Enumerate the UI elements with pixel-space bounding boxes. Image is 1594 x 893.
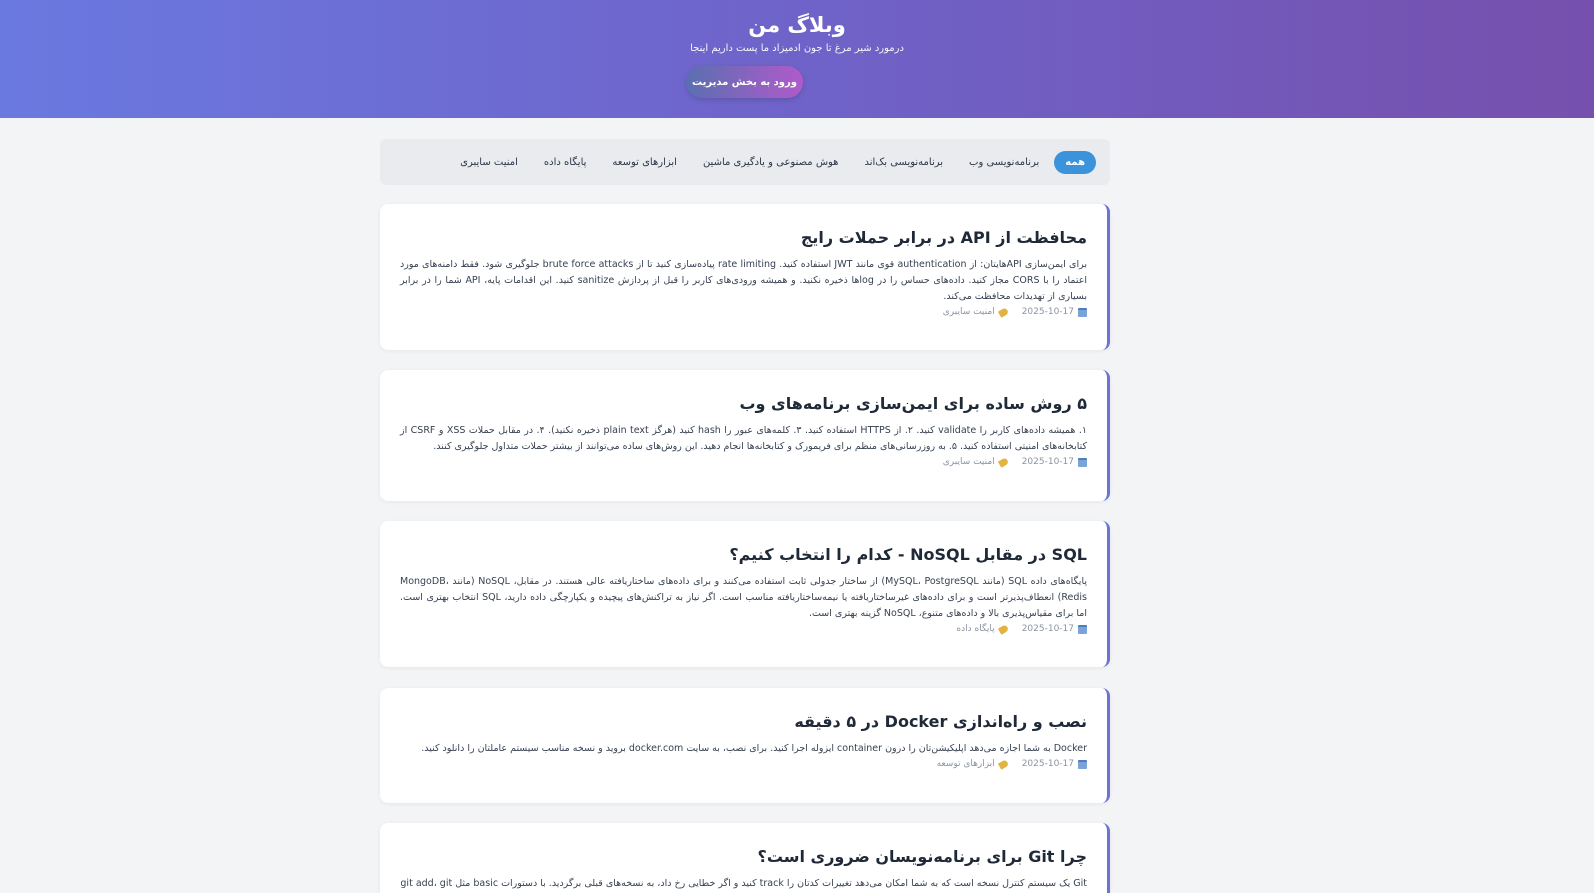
- post-category: ابزارهای توسعه: [936, 758, 1009, 770]
- category-database[interactable]: پایگاه داده: [533, 151, 598, 174]
- post-category: امنیت سایبری: [942, 306, 1009, 318]
- post-meta: ابزارهای توسعه 2025-10-17: [400, 758, 1087, 770]
- category-all[interactable]: همه: [1054, 150, 1096, 174]
- post-excerpt: ۱. همیشه داده‌های کاربر را validate کنید…: [400, 425, 1087, 452]
- post-excerpt: پایگاه‌های داده SQL (مانند MySQL، Postgr…: [400, 576, 1087, 619]
- post-category-label: امنیت سایبری: [942, 307, 995, 317]
- category-backend[interactable]: برنامه‌نویسی بک‌اند: [853, 151, 954, 174]
- post-card[interactable]: نصب و راه‌اندازی Docker در ۵ دقیقه Docke…: [380, 688, 1110, 803]
- tag-icon: [997, 456, 1009, 468]
- post-title[interactable]: نصب و راه‌اندازی Docker در ۵ دقیقه: [400, 710, 1087, 734]
- category-nav: همه برنامه‌نویسی وب برنامه‌نویسی بک‌اند …: [380, 139, 1110, 185]
- category-ai-ml[interactable]: هوش مصنوعی و یادگیری ماشین: [692, 151, 850, 174]
- post-date: 2025-10-17: [1022, 457, 1087, 467]
- post-date-label: 2025-10-17: [1021, 457, 1074, 467]
- site-header: وبلاگ من درمورد شیر مرغ تا جون ادمیزاد م…: [0, 0, 1594, 118]
- post-date: 2025-10-17: [1022, 307, 1087, 317]
- site-title: وبلاگ من: [748, 13, 846, 37]
- calendar-icon: [1078, 624, 1087, 634]
- post-meta: امنیت سایبری 2025-10-17: [400, 456, 1087, 468]
- post-card[interactable]: SQL در مقابل NoSQL - کدام را انتخاب کنیم…: [380, 521, 1110, 667]
- post-excerpt: برای ایمن‌سازی APIهایتان: از authenticat…: [400, 259, 1088, 302]
- calendar-icon: [1078, 457, 1087, 467]
- post-meta: امنیت سایبری 2025-10-17: [400, 306, 1087, 318]
- post-date: 2025-10-17: [1022, 624, 1087, 634]
- post-category: امنیت سایبری: [942, 456, 1009, 468]
- post-card[interactable]: چرا Git برای برنامه‌نویسان ضروری است؟ Gi…: [380, 823, 1110, 893]
- post-excerpt: Docker به شما اجازه می‌دهد اپلیکیشن‌تان …: [421, 743, 1087, 754]
- tag-icon: [997, 623, 1009, 635]
- post-date-label: 2025-10-17: [1021, 759, 1074, 769]
- category-web-programming[interactable]: برنامه‌نویسی وب: [958, 151, 1050, 174]
- post-card[interactable]: محافظت از API در برابر حملات رایج برای ا…: [380, 204, 1110, 350]
- tag-icon: [997, 306, 1009, 318]
- tag-icon: [997, 758, 1009, 770]
- admin-login-button[interactable]: ورود به بخش مدیریت: [686, 66, 803, 98]
- post-category-label: پایگاه داده: [956, 624, 995, 634]
- post-card[interactable]: ۵ روش ساده برای ایمن‌سازی برنامه‌های وب …: [380, 370, 1110, 501]
- post-excerpt: Git یک سیستم کنترل نسخه است که به شما ام…: [400, 878, 1087, 889]
- calendar-icon: [1078, 307, 1087, 317]
- post-title[interactable]: چرا Git برای برنامه‌نویسان ضروری است؟: [400, 845, 1087, 869]
- post-category-label: ابزارهای توسعه: [936, 759, 995, 769]
- site-tagline: درمورد شیر مرغ تا جون ادمیزاد ما پست دار…: [690, 43, 904, 54]
- post-date: 2025-10-17: [1022, 759, 1087, 769]
- post-meta: پایگاه داده 2025-10-17: [400, 623, 1087, 635]
- post-title[interactable]: محافظت از API در برابر حملات رایج: [400, 226, 1087, 250]
- post-category-label: امنیت سایبری: [942, 457, 995, 467]
- category-cybersecurity[interactable]: امنیت سایبری: [449, 151, 529, 174]
- post-title[interactable]: ۵ روش ساده برای ایمن‌سازی برنامه‌های وب: [400, 392, 1087, 416]
- post-category: پایگاه داده: [956, 623, 1009, 635]
- post-title[interactable]: SQL در مقابل NoSQL - کدام را انتخاب کنیم…: [400, 543, 1087, 567]
- calendar-icon: [1078, 759, 1087, 769]
- post-date-label: 2025-10-17: [1021, 624, 1074, 634]
- post-date-label: 2025-10-17: [1021, 307, 1074, 317]
- category-dev-tools[interactable]: ابزارهای توسعه: [601, 151, 688, 174]
